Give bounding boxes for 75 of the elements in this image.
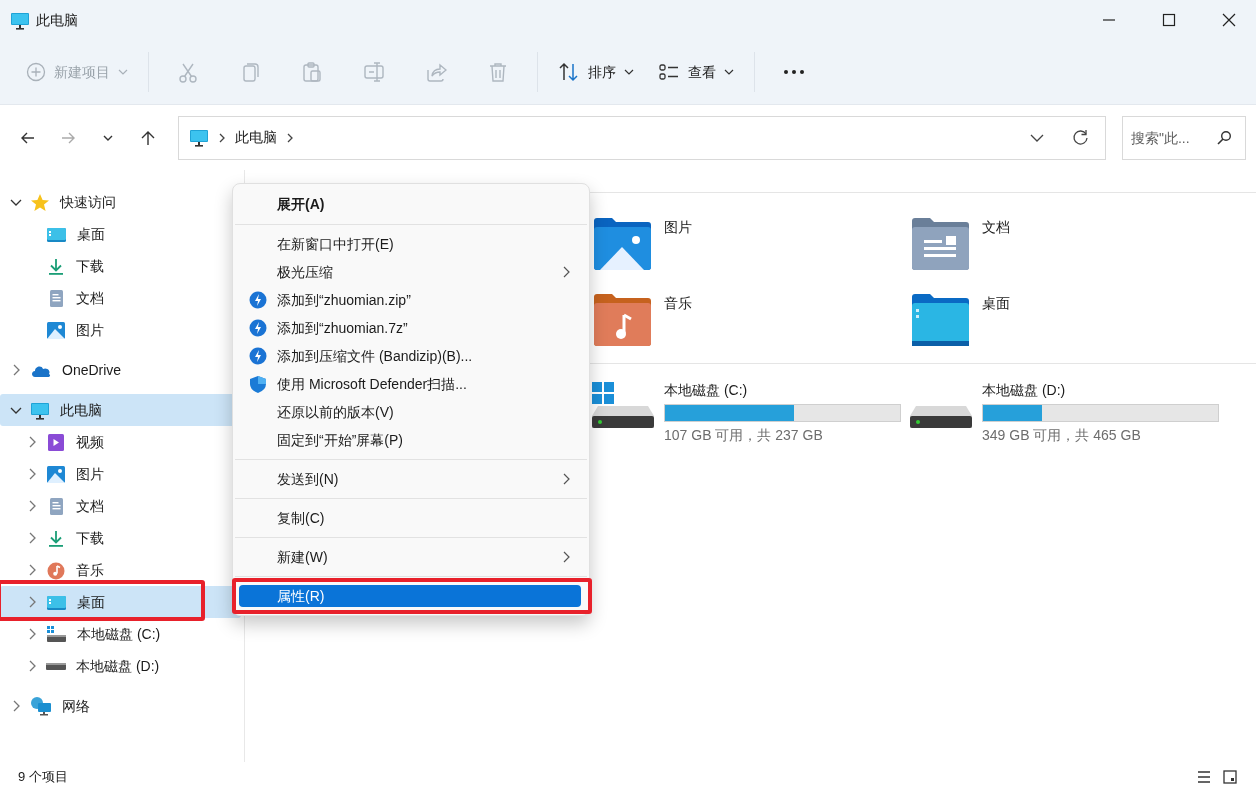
tree-item[interactable]: 桌面 bbox=[0, 586, 241, 618]
caret-icon[interactable] bbox=[624, 69, 634, 75]
menu-item[interactable]: 复制(C) bbox=[239, 504, 581, 532]
list-view-icon[interactable] bbox=[1196, 769, 1212, 785]
drive-item[interactable]: 本地磁盘 (C:) 107 GB 可用，共 237 GB bbox=[592, 380, 910, 446]
tree-item[interactable]: 快速访问 bbox=[0, 186, 241, 218]
menu-item[interactable]: 极光压缩 bbox=[239, 258, 581, 286]
lightning-icon bbox=[249, 319, 267, 337]
more-icon[interactable] bbox=[783, 69, 805, 75]
drive-icon bbox=[46, 625, 67, 643]
video-icon bbox=[46, 432, 66, 452]
drive-space-text: 349 GB 可用，共 465 GB bbox=[982, 426, 1142, 445]
drive-icon bbox=[46, 662, 66, 670]
search-icon[interactable] bbox=[1216, 129, 1232, 146]
tree-item[interactable]: 视频 bbox=[0, 426, 241, 458]
picture-icon bbox=[46, 464, 66, 484]
menu-item[interactable]: 使用 Microsoft Defender扫描... bbox=[239, 370, 581, 398]
tree-item[interactable]: 桌面 bbox=[0, 218, 241, 250]
folder-item[interactable]: 文档 bbox=[910, 213, 1228, 273]
menu-item[interactable]: 还原以前的版本(V) bbox=[239, 398, 581, 426]
menu-item[interactable]: 属性(R) bbox=[239, 585, 581, 607]
folder-item[interactable]: 音乐 bbox=[592, 289, 910, 349]
lightning-icon bbox=[249, 347, 267, 365]
tree-item[interactable]: 网络 bbox=[0, 690, 241, 722]
computer-icon bbox=[30, 400, 50, 420]
chevron-right-icon bbox=[217, 131, 227, 144]
download-icon bbox=[46, 256, 66, 276]
tiles-view-icon[interactable] bbox=[1222, 769, 1238, 785]
computer-icon bbox=[189, 128, 209, 147]
menu-item[interactable]: 固定到“开始”屏幕(P) bbox=[239, 426, 581, 454]
tree-item[interactable]: 文档 bbox=[0, 282, 241, 314]
refresh-icon[interactable] bbox=[1071, 127, 1091, 148]
drive-item[interactable]: 本地磁盘 (D:) 349 GB 可用，共 465 GB bbox=[910, 380, 1228, 446]
drive-icon bbox=[910, 406, 972, 428]
menu-item[interactable]: 发送到(N) bbox=[239, 465, 581, 493]
tree-item[interactable]: 本地磁盘 (C:) bbox=[0, 618, 241, 650]
music-icon bbox=[46, 560, 66, 580]
folder-item[interactable]: 桌面 bbox=[910, 289, 1228, 349]
sort-icon[interactable] bbox=[558, 62, 580, 82]
drive-name: 本地磁盘 (D:) bbox=[982, 381, 1067, 400]
drive-space-text: 107 GB 可用，共 237 GB bbox=[664, 426, 824, 445]
lightning-icon bbox=[249, 291, 267, 309]
tree-item[interactable]: 下载 bbox=[0, 522, 241, 554]
folder-item[interactable]: 图片 bbox=[592, 213, 910, 273]
sort-button[interactable]: 排序 bbox=[546, 52, 646, 92]
tree-item[interactable]: 音乐 bbox=[0, 554, 241, 586]
menu-item[interactable]: 新建(W) bbox=[239, 543, 581, 571]
menu-item[interactable]: 添加到“zhuomian.zip” bbox=[239, 286, 581, 314]
drive-name: 本地磁盘 (C:) bbox=[664, 381, 749, 400]
menu-item[interactable]: 展开(A) bbox=[239, 189, 581, 219]
window-title: 此电脑 bbox=[36, 10, 78, 30]
menu-item[interactable]: 添加到压缩文件 (Bandizip)(B)... bbox=[239, 342, 581, 370]
star-icon bbox=[30, 192, 50, 212]
drive-icon bbox=[592, 382, 654, 428]
breadcrumb-item[interactable]: 此电脑 bbox=[235, 127, 277, 148]
list-icon[interactable] bbox=[658, 62, 680, 82]
address-bar[interactable]: 此电脑 bbox=[178, 115, 1106, 160]
menu-item[interactable]: 添加到“zhuomian.7z” bbox=[239, 314, 581, 342]
view-button[interactable]: 查看 bbox=[646, 52, 746, 92]
caret-icon[interactable] bbox=[724, 69, 734, 75]
picture-icon bbox=[46, 320, 66, 340]
download-icon bbox=[46, 528, 66, 548]
item-count: 9 个项目 bbox=[18, 768, 68, 787]
chevron-right-icon[interactable] bbox=[285, 131, 295, 144]
tree-item[interactable]: 文档 bbox=[0, 490, 241, 522]
tree-item[interactable]: OneDrive bbox=[0, 354, 241, 386]
tree-item[interactable]: 本地磁盘 (D:) bbox=[0, 650, 241, 682]
computer-icon bbox=[10, 10, 30, 30]
tree-item[interactable]: 图片 bbox=[0, 458, 241, 490]
tree-item[interactable]: 下载 bbox=[0, 250, 241, 282]
shield-icon bbox=[249, 374, 267, 394]
search-field[interactable]: 搜索"此... bbox=[1122, 115, 1246, 160]
network-icon bbox=[30, 696, 52, 716]
tree-item[interactable]: 图片 bbox=[0, 314, 241, 346]
menu-item[interactable]: 在新窗口中打开(E) bbox=[239, 230, 581, 258]
